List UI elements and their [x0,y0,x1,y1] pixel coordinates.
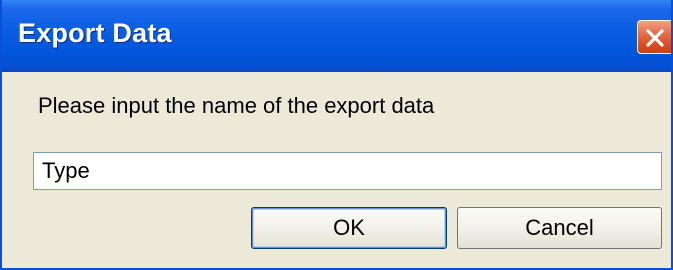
ok-button[interactable]: OK [251,207,447,249]
window-title: Export Data [18,18,172,48]
cancel-button[interactable]: Cancel [457,207,662,249]
title-bar[interactable]: Export Data [2,0,671,72]
export-name-input[interactable] [33,152,662,190]
prompt-label: Please input the name of the export data [38,93,435,118]
close-button[interactable] [637,20,671,54]
close-icon [646,29,664,47]
export-data-dialog: Export Data Please input the name of the… [0,0,673,270]
